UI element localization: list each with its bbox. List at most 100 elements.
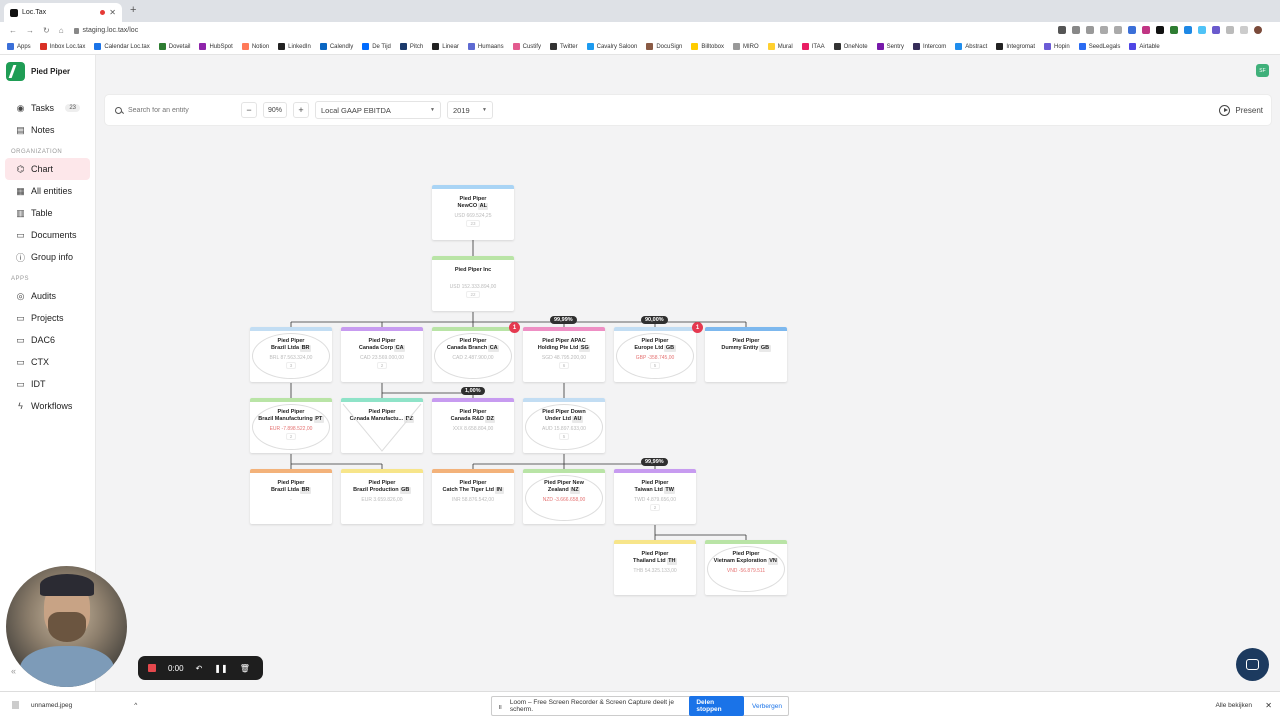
extension-icon[interactable] bbox=[1184, 26, 1192, 34]
present-button[interactable]: Present bbox=[1219, 104, 1263, 116]
back-icon[interactable]: ← bbox=[9, 26, 17, 35]
close-tab-icon[interactable]: ✕ bbox=[109, 8, 116, 17]
entity-node[interactable]: Pied Piper Canada Branch CA CAD 2.487.900,0… bbox=[432, 327, 514, 382]
entity-node[interactable]: Pied Piper Vietnam Exploration VN VND -56.8… bbox=[705, 540, 787, 595]
chevron-up-icon[interactable]: ^ bbox=[134, 702, 137, 709]
forward-icon[interactable]: → bbox=[26, 26, 34, 35]
support-chat-button[interactable] bbox=[1236, 648, 1269, 681]
delete-icon[interactable]: 🗑 bbox=[240, 664, 250, 673]
bookmark-item[interactable]: Custify bbox=[512, 43, 541, 50]
bookmark-item[interactable]: De Tijd bbox=[362, 43, 391, 50]
reload-icon[interactable]: ↻ bbox=[43, 26, 50, 35]
entity-node[interactable]: Pied Piper Catch The Tiger Ltd IN INR 58.87… bbox=[432, 469, 514, 524]
url-field[interactable]: staging.loc.tax/loc bbox=[73, 27, 138, 34]
bookmark-item[interactable]: Apps bbox=[7, 43, 31, 50]
children-count-toggle[interactable]: 6 bbox=[523, 362, 605, 369]
zoom-out-button[interactable]: − bbox=[241, 102, 257, 118]
metric-select[interactable]: Local GAAP EBITDA ▼ bbox=[315, 101, 441, 119]
sidebar-item-audits[interactable]: ◎ Audits bbox=[5, 285, 90, 307]
bookmark-item[interactable]: LinkedIn bbox=[278, 43, 311, 50]
bookmark-item[interactable]: Notion bbox=[241, 43, 269, 50]
children-count-toggle[interactable]: 2 bbox=[250, 433, 332, 440]
bookmark-item[interactable]: Abstract bbox=[955, 43, 987, 50]
sidebar-item-chart[interactable]: ⌬ Chart bbox=[5, 158, 90, 180]
sidebar-item-projects[interactable]: ▭ Projects bbox=[5, 307, 90, 329]
entity-node[interactable]: Pied Piper NewCO AL USD 669.524,25 23 bbox=[432, 185, 514, 240]
extension-icon[interactable] bbox=[1156, 26, 1164, 34]
extension-icon[interactable] bbox=[1198, 26, 1206, 34]
home-icon[interactable]: ⌂ bbox=[59, 26, 64, 35]
sidebar-item-ctx[interactable]: ▭ CTX bbox=[5, 351, 90, 373]
entity-node[interactable]: Pied Piper APAC Holding Pte Ltd SG SGD 48.7… bbox=[523, 327, 605, 382]
children-count-toggle[interactable]: 5 bbox=[614, 362, 696, 369]
bookmark-item[interactable]: MIRO bbox=[733, 43, 759, 50]
entity-node[interactable]: Pied Piper Down Under Ltd AU AUD 15.897.633… bbox=[523, 398, 605, 453]
star-icon[interactable] bbox=[1114, 26, 1122, 34]
webcam-bubble[interactable] bbox=[6, 566, 127, 687]
children-count-toggle[interactable]: 3 bbox=[250, 362, 332, 369]
entity-search[interactable] bbox=[113, 101, 235, 119]
entity-node[interactable]: Pied Piper Europe Ltd GB GBP -358.745,00 5 bbox=[614, 327, 696, 382]
entity-node[interactable]: Pied Piper Taiwan Ltd TW TWD 4.879.656,00 2 bbox=[614, 469, 696, 524]
bookmark-item[interactable]: Intercom bbox=[912, 43, 946, 50]
entity-node[interactable]: Pied Piper Canada Manufactu... DZ bbox=[341, 398, 423, 453]
bookmark-item[interactable]: Humaans bbox=[467, 43, 504, 50]
bookmark-item[interactable]: Calendar Loc.tax bbox=[94, 43, 150, 50]
alert-badge[interactable]: 1 bbox=[509, 322, 520, 333]
entity-node[interactable]: Pied Piper Canada R&D DZ XXX 8.658.804,00 bbox=[432, 398, 514, 453]
sidebar-item-documents[interactable]: ▭ Documents bbox=[5, 224, 90, 246]
hide-button[interactable]: Verbergen bbox=[752, 703, 782, 710]
sidebar-item-all-entities[interactable]: ▦ All entities bbox=[5, 180, 90, 202]
sidebar-item-group-info[interactable]: ⓘ Group info bbox=[5, 246, 90, 268]
bookmark-item[interactable]: Sentry bbox=[876, 43, 904, 50]
children-count-toggle[interactable]: 5 bbox=[523, 433, 605, 440]
bookmark-item[interactable]: Pitch bbox=[399, 43, 423, 50]
bookmark-item[interactable]: HubSpot bbox=[199, 43, 233, 50]
extension-icon[interactable] bbox=[1170, 26, 1178, 34]
children-count-toggle[interactable]: 23 bbox=[432, 220, 514, 227]
children-count-toggle[interactable]: 2 bbox=[341, 362, 423, 369]
bookmark-item[interactable]: Dovetail bbox=[158, 43, 190, 50]
sidebar-item-notes[interactable]: ▤ Notes bbox=[5, 119, 90, 141]
entity-node[interactable]: Pied Piper Brazil Production GB EUR 3.659.8… bbox=[341, 469, 423, 524]
bookmark-item[interactable]: Hopin bbox=[1044, 43, 1070, 50]
year-select[interactable]: 2019 ▼ bbox=[447, 101, 493, 119]
extension-icon[interactable] bbox=[1226, 26, 1234, 34]
user-avatar[interactable]: SF bbox=[1256, 64, 1269, 77]
bookmark-item[interactable]: Twitter bbox=[549, 43, 578, 50]
sidebar-item-dac6[interactable]: ▭ DAC6 bbox=[5, 329, 90, 351]
zoom-in-button[interactable]: + bbox=[293, 102, 309, 118]
stop-recording-button[interactable] bbox=[148, 664, 156, 672]
entity-node[interactable]: Pied Piper Brazil Ltda BR - bbox=[250, 469, 332, 524]
bookmark-item[interactable]: OneNote bbox=[833, 43, 868, 50]
bookmark-item[interactable]: ITAA bbox=[801, 43, 825, 50]
extension-icon[interactable] bbox=[1086, 26, 1094, 34]
bookmark-item[interactable]: Calendly bbox=[319, 43, 353, 50]
profile-avatar-icon[interactable] bbox=[1254, 26, 1262, 34]
sidebar-item-table[interactable]: ▥ Table bbox=[5, 202, 90, 224]
extension-icon[interactable] bbox=[1100, 26, 1108, 34]
stop-sharing-button[interactable]: Delen stoppen bbox=[689, 696, 744, 716]
org-switcher[interactable]: Pied Piper bbox=[0, 55, 95, 87]
extension-icon[interactable] bbox=[1072, 26, 1080, 34]
alert-badge[interactable]: 1 bbox=[692, 322, 703, 333]
extension-icon[interactable] bbox=[1212, 26, 1220, 34]
close-icon[interactable]: ✕ bbox=[1265, 701, 1272, 710]
entity-node[interactable]: Pied Piper Dummy Entity GB bbox=[705, 327, 787, 382]
bookmark-item[interactable]: Inbox Loc.tax bbox=[39, 43, 85, 50]
bookmark-item[interactable]: SeedLegals bbox=[1078, 43, 1120, 50]
sidebar-item-idt[interactable]: ▭ IDT bbox=[5, 373, 90, 395]
bookmark-item[interactable]: Mural bbox=[767, 43, 793, 50]
children-count-toggle[interactable]: 2 bbox=[614, 504, 696, 511]
entity-node[interactable]: Pied Piper Brazil Ltda BR BRL 87.563.324,00… bbox=[250, 327, 332, 382]
bookmark-item[interactable]: Cavalry Saloon bbox=[586, 43, 637, 50]
restart-icon[interactable]: ↶ bbox=[196, 664, 203, 673]
bookmark-item[interactable]: Airtable bbox=[1129, 43, 1160, 50]
extension-icon[interactable] bbox=[1058, 26, 1066, 34]
search-input[interactable] bbox=[128, 106, 228, 114]
new-tab-icon[interactable]: + bbox=[130, 4, 136, 16]
sidebar-item-workflows[interactable]: ϟ Workflows bbox=[5, 395, 90, 417]
entity-node[interactable]: Pied Piper Inc USD 152.333.894,00 22 bbox=[432, 256, 514, 311]
bookmark-item[interactable]: Integromat bbox=[996, 43, 1035, 50]
pause-icon[interactable]: ❚❚ bbox=[214, 664, 227, 673]
